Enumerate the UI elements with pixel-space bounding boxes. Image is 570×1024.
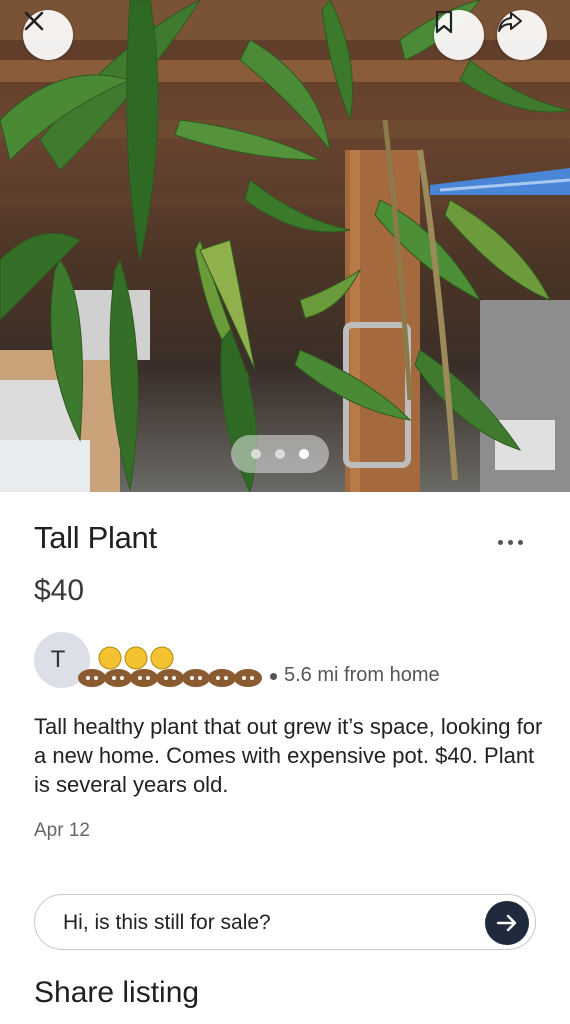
more-horizontal-icon xyxy=(517,539,523,545)
pagination-dot[interactable] xyxy=(251,449,261,459)
more-options-button[interactable] xyxy=(490,530,530,554)
save-button[interactable] xyxy=(434,10,484,60)
listing-title: Tall Plant xyxy=(34,520,157,555)
plant-photo-illustration xyxy=(0,0,570,492)
listing-price: $40 xyxy=(34,574,85,607)
share-arrow-icon xyxy=(498,12,522,32)
pagination-dot-active[interactable] xyxy=(299,449,309,459)
message-composer[interactable] xyxy=(34,894,536,950)
listing-photo[interactable] xyxy=(0,0,570,492)
seller-row[interactable]: T 5.6 mi from home xyxy=(34,632,534,688)
close-button[interactable] xyxy=(23,10,73,60)
pagination-dot[interactable] xyxy=(275,449,285,459)
send-button[interactable] xyxy=(485,901,529,945)
avatar-initial: T xyxy=(50,646,66,673)
bookmark-icon xyxy=(435,10,453,34)
arrow-right-icon xyxy=(496,914,517,932)
listing-date: Apr 12 xyxy=(34,820,90,841)
share-listing-heading: Share listing xyxy=(34,976,200,1009)
more-horizontal-icon xyxy=(507,539,513,545)
separator-dot xyxy=(270,673,277,680)
image-pagination[interactable] xyxy=(231,435,329,473)
share-button[interactable] xyxy=(497,10,547,60)
listing-description: Tall healthy plant that out grew it’s sp… xyxy=(34,714,543,797)
redacted-seller-name xyxy=(78,646,262,687)
message-input[interactable] xyxy=(63,909,463,937)
close-icon xyxy=(24,11,44,31)
seller-distance: 5.6 mi from home xyxy=(284,664,440,686)
more-horizontal-icon xyxy=(497,539,503,545)
